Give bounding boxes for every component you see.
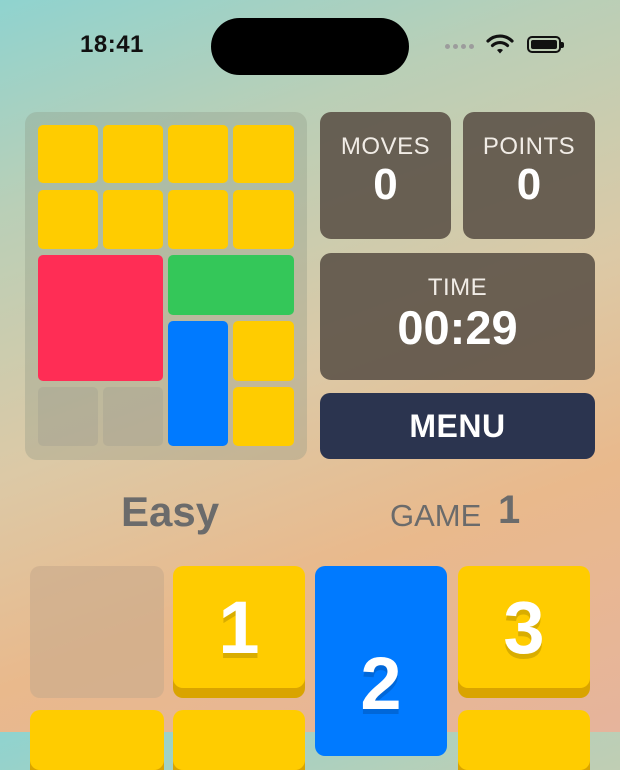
preview-tile-empty [103, 387, 163, 446]
preview-tile-yellow [38, 190, 98, 249]
preview-tile-yellow [103, 125, 163, 183]
preview-tile-yellow [38, 125, 98, 183]
tile-number: 3 [503, 585, 545, 669]
wifi-icon [486, 34, 514, 54]
preview-tile-empty [38, 387, 98, 446]
dynamic-island [211, 18, 409, 75]
board-tile[interactable]: 3 [458, 566, 590, 688]
preview-tile-yellow [233, 321, 294, 381]
tile-number: 2 [360, 642, 402, 725]
board-tile[interactable] [458, 710, 590, 770]
board-tile[interactable] [30, 710, 164, 770]
preview-tile-yellow [233, 387, 294, 446]
difficulty-label: Easy [121, 488, 220, 535]
time-card: TIME 00:29 [320, 253, 595, 380]
status-time: 18:41 [80, 31, 144, 58]
moves-value: 0 [373, 160, 398, 209]
board-empty-slot [30, 566, 164, 698]
cellular-signal-icon [445, 44, 474, 49]
board-tile[interactable]: 2 [315, 566, 447, 756]
points-card: POINTS 0 [463, 112, 595, 239]
preview-tile-yellow [233, 190, 294, 249]
board-tile[interactable]: 1 [173, 566, 305, 688]
points-label: POINTS [482, 133, 576, 160]
moves-card: MOVES 0 [320, 112, 451, 239]
preview-tile-yellow [168, 125, 228, 183]
board-tile[interactable] [173, 710, 305, 770]
preview-tile-yellow [103, 190, 163, 249]
preview-tile-red [38, 255, 163, 381]
preview-tile-blue [168, 321, 228, 446]
game-number: 1 [498, 488, 521, 532]
tile-number: 1 [218, 585, 260, 669]
time-value: 00:29 [397, 301, 518, 354]
menu-button[interactable]: MENU [320, 393, 595, 459]
preview-tile-yellow [233, 125, 294, 183]
target-preview [25, 112, 307, 460]
battery-icon [527, 36, 564, 53]
preview-tile-green [168, 255, 294, 315]
points-value: 0 [516, 160, 542, 209]
preview-tile-yellow [168, 190, 228, 249]
time-label: TIME [427, 274, 488, 301]
moves-label: MOVES [340, 133, 431, 160]
game-label: GAME [390, 498, 482, 533]
